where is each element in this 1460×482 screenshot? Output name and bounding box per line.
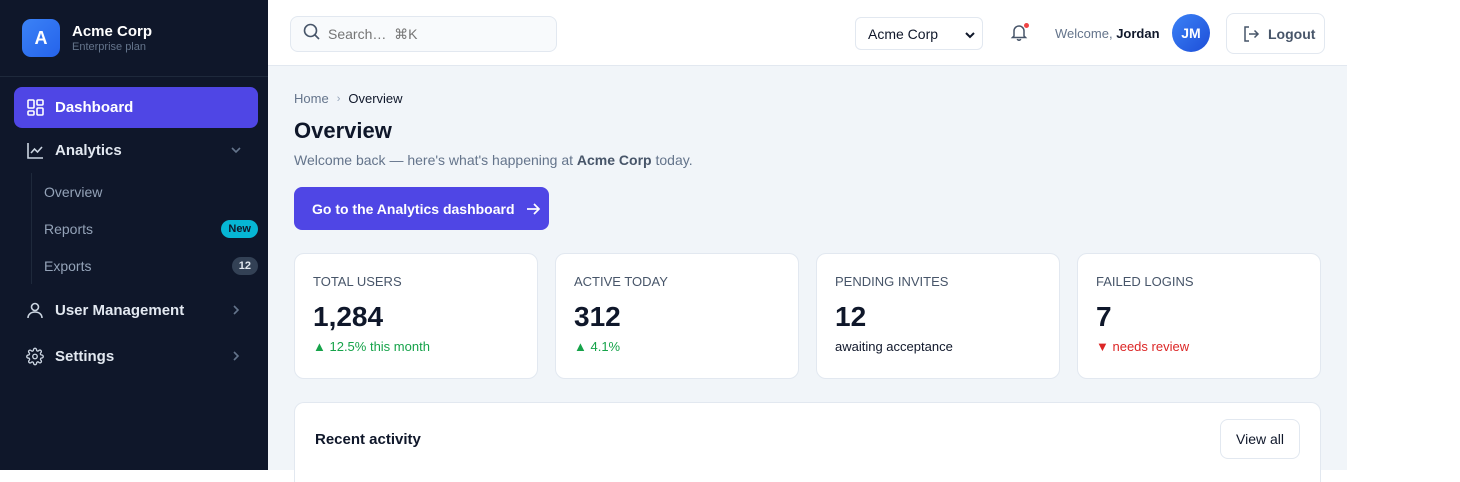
recent-activity-title: Recent activity (315, 431, 421, 448)
new-badge: New (221, 220, 258, 238)
search-box[interactable] (290, 16, 557, 52)
subitem-label: Reports (44, 220, 94, 237)
view-all-button[interactable]: View all (1220, 419, 1300, 459)
stat-note: awaiting acceptance (835, 339, 953, 354)
brand[interactable]: A Acme Corp Enterprise plan (0, 0, 268, 77)
stats-row: TOTAL USERS 1,284 ▲ 12.5% this month ACT… (294, 253, 1321, 379)
org-select-value: Acme Corp (868, 25, 939, 42)
app-shell: A Acme Corp Enterprise plan Dashboard An… (0, 0, 1347, 482)
stat-card-active-today: ACTIVE TODAY 312 ▲ 4.1% (555, 253, 799, 379)
stat-value: 12 (835, 301, 867, 332)
stat-card-pending-invites: PENDING INVITES 12 awaiting acceptance (816, 253, 1060, 379)
main-area: Acme Corp Welcome, Jordan JM Logout (268, 0, 1347, 482)
subtitle-prefix: Welcome back — here's what's happening a… (294, 152, 574, 168)
sidebar-item-label: User Management (55, 301, 185, 319)
page-subtitle: Welcome back — here's what's happening a… (294, 152, 1321, 168)
content: Home › Overview Overview Welcome back — … (268, 91, 1347, 482)
welcome-text: Welcome, Jordan (1055, 26, 1160, 41)
stat-label: TOTAL USERS (313, 274, 402, 289)
chevron-right-icon (228, 302, 244, 318)
search-input[interactable] (328, 26, 548, 42)
stat-trend: ▼ needs review (1096, 339, 1190, 354)
stat-card-failed-logins: FAILED LOGINS 7 ▼ needs review (1077, 253, 1321, 379)
brand-logo: A (22, 19, 60, 57)
brand-name: Acme Corp (72, 22, 153, 40)
notification-dot (1024, 23, 1029, 28)
count-badge: 12 (231, 257, 258, 275)
stat-label: FAILED LOGINS (1096, 274, 1194, 289)
page-title: Overview (294, 118, 392, 143)
stat-value: 7 (1096, 301, 1112, 332)
topbar: Acme Corp Welcome, Jordan JM Logout (268, 0, 1347, 66)
sidebar-subitem-exports[interactable]: Exports 12 (44, 247, 258, 284)
sidebar-item-label: Analytics (55, 142, 122, 159)
org-select[interactable]: Acme Corp (855, 17, 983, 50)
chevron-right-icon: › (336, 92, 341, 105)
search-icon (303, 23, 320, 45)
subtitle-suffix: today. (655, 152, 693, 168)
sidebar-item-dashboard[interactable]: Dashboard (14, 87, 258, 128)
breadcrumb: Home › Overview (294, 91, 1321, 106)
sidebar-item-label: Settings (55, 347, 115, 365)
sidebar-subitem-overview[interactable]: Overview (44, 173, 258, 210)
arrow-right-icon (526, 202, 540, 215)
subitem-label: Exports (44, 257, 92, 274)
subtitle-org: Acme Corp (576, 152, 652, 168)
logout-icon (1244, 25, 1260, 42)
avatar[interactable]: JM (1172, 14, 1210, 52)
stat-value: 312 (574, 301, 621, 332)
logout-button[interactable]: Logout (1226, 13, 1325, 54)
stat-label: ACTIVE TODAY (574, 274, 668, 289)
notification-bell[interactable] (1009, 22, 1031, 44)
breadcrumb-home[interactable]: Home (294, 91, 329, 106)
breadcrumb-current: Overview (348, 91, 403, 106)
sidebar-nav: Dashboard Analytics Overview Reports New (0, 77, 268, 378)
sidebar-item-label: Dashboard (55, 99, 134, 116)
sidebar-item-settings[interactable]: Settings (14, 334, 258, 378)
sidebar-item-analytics[interactable]: Analytics (14, 130, 258, 171)
recent-activity-panel: Recent activity View all (294, 402, 1321, 482)
chevron-down-icon (228, 142, 244, 158)
analytics-dashboard-button[interactable]: Go to the Analytics dashboard (294, 187, 549, 230)
stat-label: PENDING INVITES (835, 274, 949, 289)
cta-label: Go to the Analytics dashboard (312, 200, 515, 217)
user-icon (26, 301, 44, 319)
logout-label: Logout (1268, 25, 1316, 42)
bell-icon (1009, 25, 1029, 46)
stat-trend: ▲ 12.5% this month (313, 339, 430, 354)
stat-value: 1,284 (313, 301, 384, 332)
dashboard-icon (26, 99, 44, 117)
analytics-submenu: Overview Reports New Exports 12 (31, 173, 258, 284)
chart-line-icon (26, 142, 44, 160)
welcome-prefix: Welcome, (1055, 26, 1113, 41)
sidebar-subitem-reports[interactable]: Reports New (44, 210, 258, 247)
brand-plan: Enterprise plan (72, 40, 146, 53)
user-name: Jordan (1116, 26, 1160, 41)
subitem-label: Overview (44, 183, 103, 200)
chevron-down-icon (964, 28, 976, 44)
chevron-right-icon (228, 348, 244, 364)
gear-icon (26, 347, 44, 365)
stat-trend: ▲ 4.1% (574, 339, 621, 354)
sidebar: A Acme Corp Enterprise plan Dashboard An… (0, 0, 268, 470)
sidebar-item-user-management[interactable]: User Management (14, 288, 258, 332)
stat-card-total-users: TOTAL USERS 1,284 ▲ 12.5% this month (294, 253, 538, 379)
